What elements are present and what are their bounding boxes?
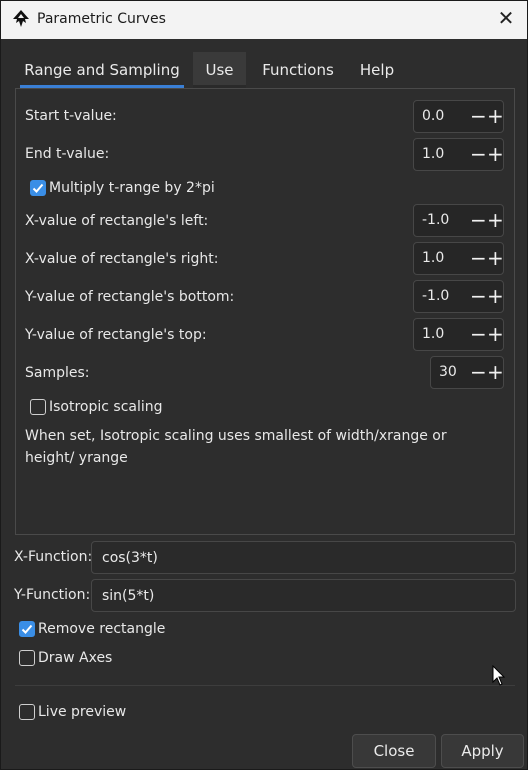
start-t-value[interactable]: 0.0: [422, 108, 444, 124]
minus-icon[interactable]: −: [470, 361, 487, 385]
x-left-spinner[interactable]: -1.0 − +: [413, 204, 504, 237]
apply-button[interactable]: Apply: [441, 734, 524, 768]
minus-icon[interactable]: −: [470, 247, 487, 271]
minus-icon[interactable]: −: [470, 285, 487, 309]
end-t-spinner[interactable]: 1.0 − +: [413, 138, 504, 171]
remove-rectangle-checkbox[interactable]: [19, 621, 35, 637]
minus-icon[interactable]: −: [470, 209, 487, 233]
remove-rectangle-label: Remove rectangle: [38, 621, 166, 637]
samples-value[interactable]: 30: [439, 364, 457, 380]
minus-icon[interactable]: −: [470, 105, 487, 129]
tab-functions[interactable]: Functions: [255, 52, 341, 88]
separator: [15, 685, 515, 686]
checkmark-icon: [32, 183, 44, 193]
x-right-value[interactable]: 1.0: [422, 250, 444, 266]
plus-icon[interactable]: +: [487, 105, 504, 129]
live-preview-label: Live preview: [38, 704, 127, 720]
mouse-cursor-icon: [492, 665, 506, 686]
live-preview-checkbox[interactable]: [19, 704, 35, 720]
start-t-spinner[interactable]: 0.0 − +: [413, 100, 504, 133]
isotropic-help-text: When set, Isotropic scaling uses smalles…: [25, 428, 447, 466]
y-function-value[interactable]: sin(5*t): [102, 588, 154, 604]
close-button[interactable]: Close: [352, 734, 436, 768]
y-function-input[interactable]: sin(5*t): [91, 579, 516, 612]
checkmark-icon: [21, 624, 33, 634]
inkscape-logo-icon: [13, 10, 29, 27]
x-left-value[interactable]: -1.0: [422, 212, 449, 228]
window-title: Parametric Curves: [37, 11, 166, 27]
plus-icon[interactable]: +: [487, 285, 504, 309]
plus-icon[interactable]: +: [487, 323, 504, 347]
x-function-label: X-Function:: [14, 549, 93, 565]
tab-help[interactable]: Help: [349, 52, 405, 88]
draw-axes-checkbox[interactable]: [19, 650, 35, 666]
x-right-label: X-value of rectangle's right:: [25, 251, 219, 267]
y-bottom-label: Y-value of rectangle's bottom:: [25, 289, 235, 305]
start-t-label: Start t-value:: [25, 108, 117, 124]
samples-spinner[interactable]: 30 − +: [430, 356, 504, 389]
isotropic-scaling-checkbox[interactable]: [30, 399, 46, 415]
plus-icon[interactable]: +: [487, 361, 504, 385]
dialog-window: Parametric Curves ✕ Range and Sampling U…: [0, 0, 528, 770]
isotropic-scaling-label: Isotropic scaling: [49, 399, 163, 415]
close-window-icon[interactable]: ✕: [495, 7, 517, 31]
x-function-input[interactable]: cos(3*t): [91, 541, 516, 574]
y-function-label: Y-Function:: [14, 587, 91, 603]
draw-axes-label: Draw Axes: [38, 650, 113, 666]
tab-bar: Range and Sampling Use Functions Help: [15, 52, 515, 88]
tab-range-and-sampling[interactable]: Range and Sampling: [20, 52, 184, 88]
x-left-label: X-value of rectangle's left:: [25, 213, 209, 229]
plus-icon[interactable]: +: [487, 209, 504, 233]
minus-icon[interactable]: −: [470, 323, 487, 347]
multiply-2pi-checkbox[interactable]: [30, 180, 46, 196]
end-t-value[interactable]: 1.0: [422, 146, 444, 162]
y-bottom-spinner[interactable]: -1.0 − +: [413, 280, 504, 313]
y-top-value[interactable]: 1.0: [422, 326, 444, 342]
samples-label: Samples:: [25, 365, 90, 381]
y-bottom-value[interactable]: -1.0: [422, 288, 449, 304]
title-bar[interactable]: Parametric Curves ✕: [1, 1, 527, 39]
x-function-value[interactable]: cos(3*t): [102, 550, 158, 566]
multiply-2pi-label: Multiply t-range by 2*pi: [49, 180, 215, 196]
minus-icon[interactable]: −: [470, 143, 487, 167]
plus-icon[interactable]: +: [487, 247, 504, 271]
end-t-label: End t-value:: [25, 146, 110, 162]
x-right-spinner[interactable]: 1.0 − +: [413, 242, 504, 275]
y-top-spinner[interactable]: 1.0 − +: [413, 318, 504, 351]
y-top-label: Y-value of rectangle's top:: [25, 327, 207, 343]
tab-use[interactable]: Use: [193, 52, 246, 88]
plus-icon[interactable]: +: [487, 143, 504, 167]
